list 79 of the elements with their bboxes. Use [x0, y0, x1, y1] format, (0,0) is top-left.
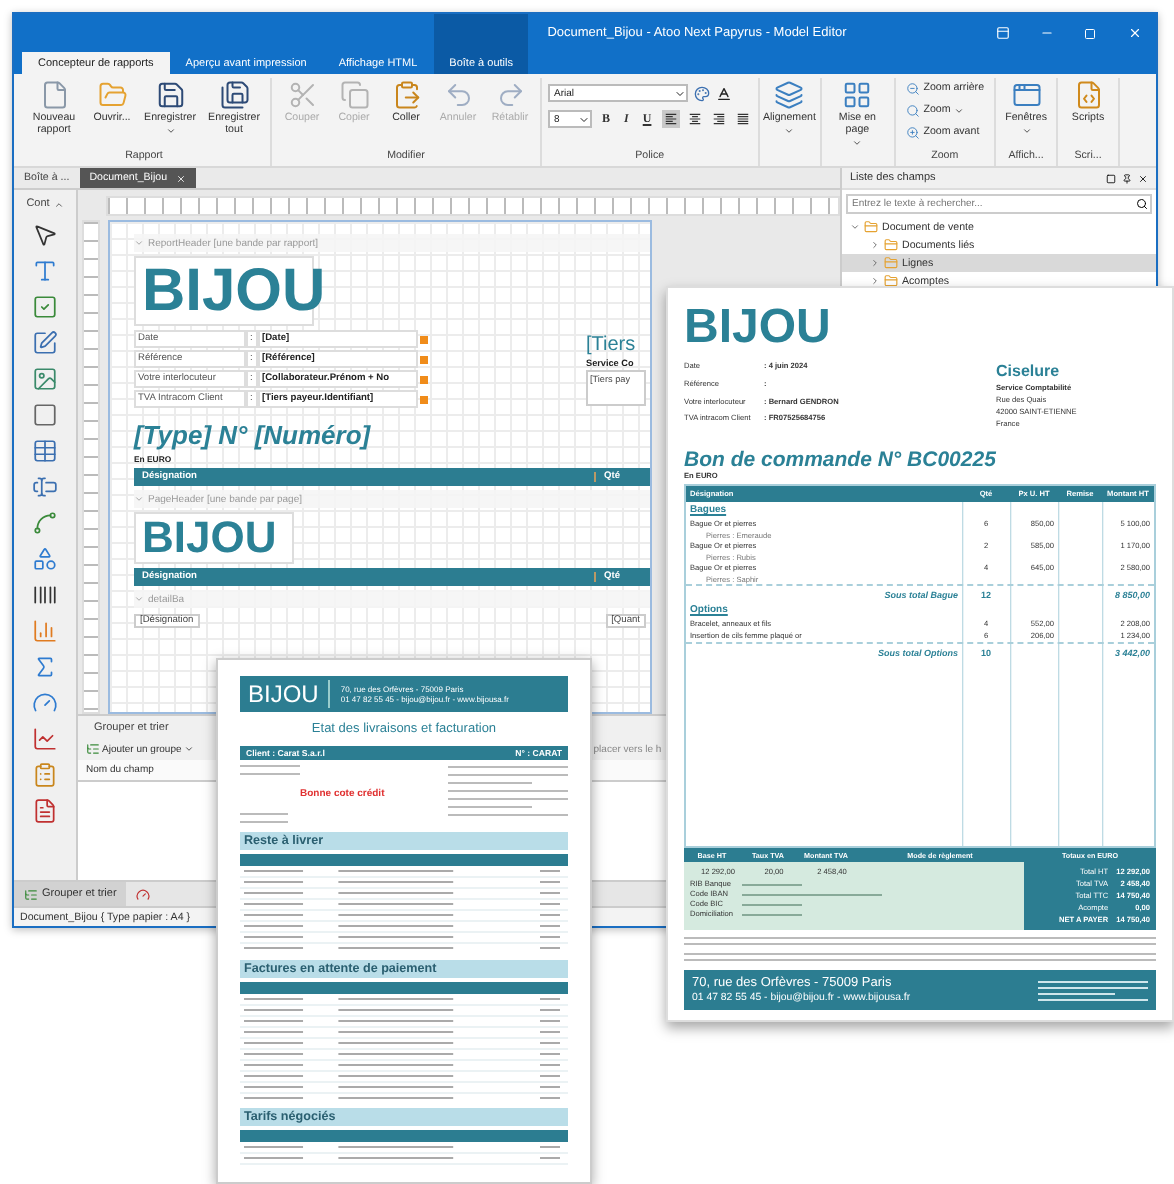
customer-name: Ciselure [996, 362, 1062, 380]
window-icon [1011, 80, 1042, 110]
floppy-disks-icon [219, 80, 249, 110]
barcode-icon [32, 582, 58, 608]
palette-icon[interactable] [694, 85, 710, 101]
align-button[interactable] [685, 110, 704, 128]
handle-icon[interactable] [420, 335, 428, 343]
folder-icon [97, 80, 127, 110]
logo-text: BIJOU [248, 680, 331, 708]
text-lines-drawing [448, 764, 568, 818]
caret-icon [954, 105, 965, 115]
magnifier-icon [905, 103, 920, 117]
caret-icon [784, 126, 795, 137]
checkbox-icon [32, 294, 58, 320]
script-icon [1073, 80, 1104, 110]
pointer-icon [32, 222, 58, 248]
caret-icon [183, 744, 194, 754]
letter-icon [32, 258, 58, 284]
document-icon [39, 80, 69, 110]
line-icon [32, 510, 58, 536]
text-field-icon [32, 474, 58, 500]
handle-icon[interactable] [420, 375, 428, 383]
copy-icon [339, 80, 369, 110]
grid-icon [842, 80, 873, 110]
text-lines-drawing [742, 881, 802, 887]
table-icon [32, 438, 58, 464]
group-icon [86, 742, 100, 756]
pin-icon[interactable] [1122, 173, 1132, 183]
logo-text: BIJOU [134, 512, 294, 565]
sigma-icon [32, 654, 58, 680]
text-lines-drawing [742, 911, 802, 917]
panel-icon [32, 402, 58, 428]
document-icon [32, 798, 58, 824]
text-lines-drawing [240, 764, 300, 776]
logo-text: BIJOU [684, 300, 833, 356]
gauge-icon [32, 690, 58, 716]
folder-icon [884, 274, 898, 288]
clipboard-icon [391, 80, 421, 110]
folder-icon [864, 220, 878, 234]
field-value: [Tiers [586, 334, 638, 356]
align-button[interactable] [709, 110, 728, 128]
clipboard-icon [32, 762, 58, 788]
float-icon[interactable] [1106, 173, 1116, 183]
caret-icon [165, 126, 175, 137]
caret-icon [674, 87, 686, 99]
scissors-icon [287, 80, 317, 110]
undo-arrow-icon [443, 80, 473, 110]
zoom-in-icon [905, 125, 920, 139]
text-lines-drawing [742, 891, 882, 897]
document-title: [Type] N° [Numéro] [134, 420, 373, 450]
layers-icon [774, 80, 805, 110]
collapse-icon [53, 199, 64, 209]
search-icon [1136, 198, 1148, 210]
line-chart-icon [32, 726, 58, 752]
caret-icon [578, 113, 590, 125]
folder-icon [884, 238, 898, 252]
gauge-icon [136, 887, 151, 901]
shapes-icon [32, 546, 58, 572]
caret-icon [1021, 126, 1032, 137]
align-button[interactable] [661, 110, 680, 128]
zoom-out-icon [905, 81, 920, 95]
group-icon [24, 887, 38, 901]
text-lines-drawing [742, 901, 802, 907]
document-title: Bon de commande N° BC00225 [684, 448, 998, 472]
handle-icon[interactable] [420, 395, 428, 403]
caret-icon [852, 138, 863, 149]
minimize-icon[interactable] [1039, 26, 1053, 40]
text-lines-drawing [1038, 979, 1148, 1001]
bar-chart-icon [32, 618, 58, 644]
restore-icon[interactable] [995, 26, 1009, 40]
picture-icon [32, 366, 58, 392]
maximize-icon[interactable] [1084, 27, 1096, 39]
align-button[interactable] [733, 110, 752, 128]
handle-icon[interactable] [420, 355, 428, 363]
edit-icon [32, 330, 58, 356]
font-color-icon[interactable] [716, 85, 732, 101]
folder-icon [884, 256, 898, 270]
text-lines-drawing [240, 812, 288, 824]
redo-arrow-icon [495, 80, 525, 110]
